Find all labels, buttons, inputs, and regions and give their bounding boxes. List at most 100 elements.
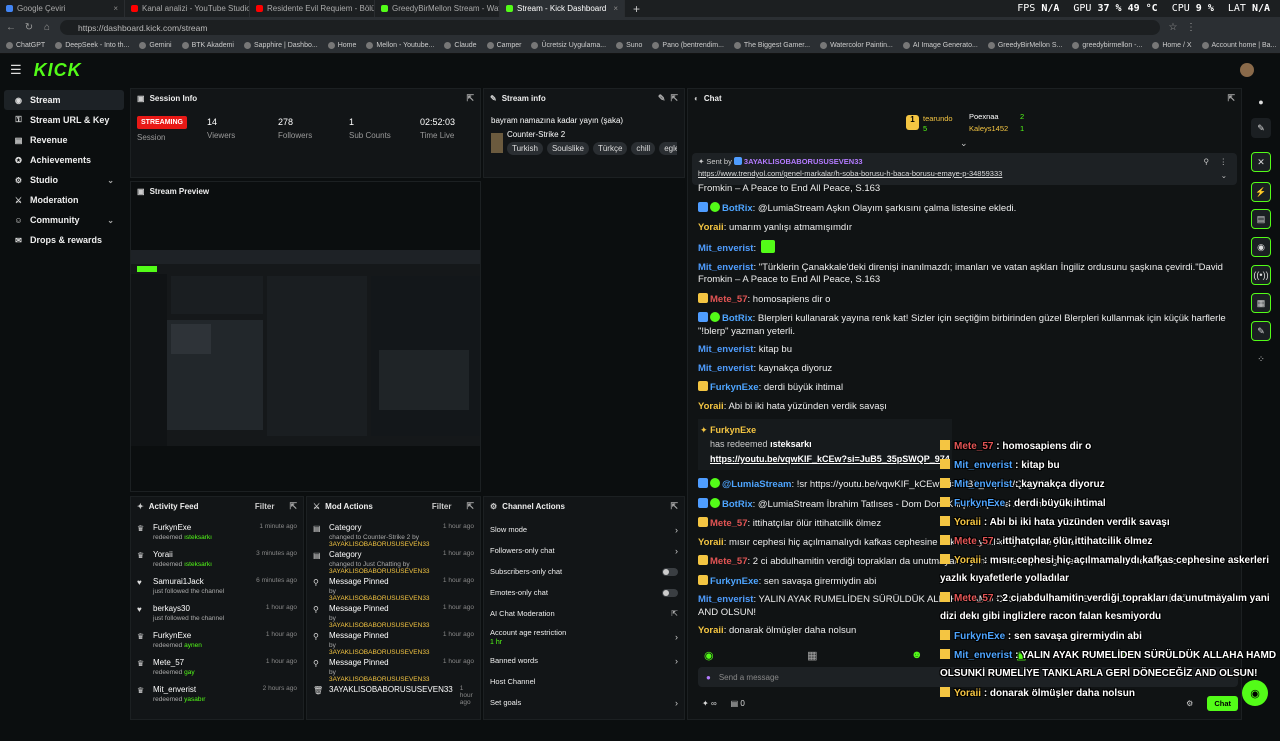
stream-tag[interactable]: chill xyxy=(631,142,656,155)
activity-user[interactable]: FurkynExe xyxy=(153,631,202,640)
sidebar-item-studio[interactable]: ⚙ Studio ⌄ xyxy=(4,170,124,190)
back-icon[interactable]: ← xyxy=(6,22,16,33)
followers-only-row[interactable]: Followers-only chat › xyxy=(484,540,684,561)
dot-menu-icon[interactable]: ● xyxy=(1251,92,1271,112)
set-goals-row[interactable]: Set goals › xyxy=(484,692,684,713)
activity-user[interactable]: Mete_57 xyxy=(153,658,195,667)
sidebar-item-achievements[interactable]: ✪ Achievements xyxy=(4,150,124,170)
popout-icon[interactable]: ⇱ xyxy=(289,501,297,512)
emote-icon[interactable]: ◉ xyxy=(704,649,714,663)
browser-tab[interactable]: Google Çeviri × xyxy=(0,0,125,17)
popout-icon[interactable]: ⇱ xyxy=(670,93,678,104)
bookmark-item[interactable]: Camper xyxy=(486,42,521,49)
close-icon[interactable]: ✕ xyxy=(1251,152,1271,172)
sidebar-item-stream[interactable]: ◉ Stream xyxy=(4,90,124,110)
pinned-link[interactable]: https://www.trendyol.com/genel-markalar/… xyxy=(698,169,1231,178)
subscribers-only-toggle[interactable] xyxy=(662,567,678,576)
menu-icon[interactable]: ☰ xyxy=(10,62,22,78)
bookmark-item[interactable]: Ücretsiz Uygulama... xyxy=(531,42,606,49)
emotes-only-toggle[interactable] xyxy=(662,588,678,597)
bookmark-item[interactable]: Gemini xyxy=(139,42,172,49)
mod-action-user[interactable]: 3AYAKLISOBABORUSUSEVEN33 xyxy=(329,622,430,629)
chat-username[interactable]: BotRix xyxy=(722,499,753,510)
bookmark-item[interactable]: AI Image Generato... xyxy=(902,42,978,49)
chevron-down-icon[interactable]: ⌄ xyxy=(960,138,968,149)
chat-settings-icon[interactable]: ⚙ xyxy=(1186,699,1193,708)
popout-icon[interactable]: ⇱ xyxy=(466,93,474,104)
chat-username[interactable]: Yoraii xyxy=(698,401,724,412)
stream-tag[interactable]: Türkçe xyxy=(592,142,628,155)
calendar-icon[interactable]: ▦ xyxy=(1251,293,1271,313)
stream-tag[interactable]: eglenc xyxy=(659,142,677,155)
bookmark-item[interactable]: Suno xyxy=(616,42,642,49)
chat-username[interactable]: BotRix xyxy=(722,203,753,214)
bookmark-item[interactable]: Sapphire | Dashbo... xyxy=(244,42,318,49)
chat-username[interactable]: Mete_57 xyxy=(710,518,748,529)
popout-icon[interactable]: ⇱ xyxy=(1227,93,1235,104)
lightning-icon[interactable]: ⚡ xyxy=(1251,182,1271,202)
mod-action-user[interactable]: 3AYAKLISOBABORUSUSEVEN33 xyxy=(329,595,430,602)
chat-username[interactable]: Mit_enverist xyxy=(698,363,753,374)
bookmark-item[interactable]: greedybirmellon -... xyxy=(1072,42,1142,49)
broadcast-icon[interactable]: ((•)) xyxy=(1251,265,1271,285)
chat-bubble-icon[interactable]: ◉ xyxy=(1251,237,1271,257)
activity-user[interactable]: Mit_enverist xyxy=(153,685,205,694)
activity-user[interactable]: Samurai1Jack xyxy=(153,577,224,586)
chat-username[interactable]: Yoraii xyxy=(698,625,724,636)
chat-fab-icon[interactable]: ◉ xyxy=(1242,680,1268,706)
star-icon[interactable]: ☆ xyxy=(1168,22,1178,33)
chat-username[interactable]: FurkynExe xyxy=(710,576,759,587)
chat-username[interactable]: Mit_enverist xyxy=(698,262,753,273)
close-icon[interactable]: × xyxy=(613,4,618,13)
bookmark-item[interactable]: Mellon - Youtube... xyxy=(366,42,434,49)
banned-words-row[interactable]: Banned words › xyxy=(484,650,684,671)
gift-icon[interactable]: ▤ 0 xyxy=(731,699,745,708)
emote-icon[interactable]: ▦ xyxy=(807,649,817,663)
popout-icon[interactable]: ⇱ xyxy=(466,501,474,512)
bookmark-item[interactable]: Pano (bentrendim... xyxy=(652,42,724,49)
chat-username[interactable]: Mit_enverist xyxy=(698,344,753,355)
bookmark-item[interactable]: Home xyxy=(327,42,356,49)
host-channel-row[interactable]: Host Channel xyxy=(484,671,684,692)
bookmark-item[interactable]: Account home | Ba... xyxy=(1201,42,1276,49)
bookmark-item[interactable]: Home / X xyxy=(1152,42,1192,49)
redeem-link[interactable]: https://youtu.be/vqwKIF_kCEw?si=JuB5_35p… xyxy=(710,454,952,464)
home-icon[interactable]: ⌂ xyxy=(42,22,52,33)
close-icon[interactable]: × xyxy=(113,4,118,13)
wrench-icon[interactable]: ✎ xyxy=(1251,321,1271,341)
chat-username[interactable]: Mit_enverist xyxy=(698,243,753,254)
bookmark-item[interactable]: GreedyBirMellon S... xyxy=(987,42,1062,49)
more-icon[interactable]: ⋮ xyxy=(1220,157,1228,166)
chat-username[interactable]: Mete_57 xyxy=(710,556,748,567)
new-tab-button[interactable]: + xyxy=(633,2,640,16)
filter-button[interactable]: Filter xyxy=(255,502,275,511)
avatar[interactable] xyxy=(1240,63,1254,77)
bookmark-item[interactable]: BTK Akademi xyxy=(181,42,234,49)
stream-tag[interactable]: Soulslike xyxy=(546,142,589,155)
slow-mode-row[interactable]: Slow mode › xyxy=(484,519,684,540)
more-icon[interactable]: ⁘ xyxy=(1251,349,1271,369)
activity-user[interactable]: Yoraii xyxy=(153,550,212,559)
sidebar-item-drops-rewards[interactable]: ✉ Drops & rewards xyxy=(4,230,124,250)
chat-username[interactable]: Mete_57 xyxy=(710,294,748,305)
category-name[interactable]: Counter-Strike 2 xyxy=(507,130,677,139)
activity-user[interactable]: FurkynExe xyxy=(153,523,212,532)
chat-username[interactable]: Yoraii xyxy=(698,222,724,233)
popout-icon[interactable]: ⇱ xyxy=(670,501,678,512)
mod-action-user[interactable]: 3AYAKLISOBABORUSUSEVEN33 xyxy=(329,541,430,548)
collapse-icon[interactable]: ⌄ xyxy=(1221,171,1227,180)
browser-tab[interactable]: Residente Evil Requiem - Bölüm 4× xyxy=(250,0,375,17)
mod-action-user[interactable]: 3AYAKLISOBABORUSUSEVEN33 xyxy=(329,676,430,683)
chat-username[interactable]: BotRix xyxy=(722,313,753,324)
age-restriction-row[interactable]: Account age restriction 1 hr › xyxy=(484,624,684,650)
stream-tag[interactable]: Turkish xyxy=(507,142,543,155)
document-icon[interactable]: ▤ xyxy=(1251,209,1271,229)
browser-tab[interactable]: Kanal analizi - YouTube Studio× xyxy=(125,0,250,17)
edit-pencil-icon[interactable]: ✎ xyxy=(658,93,666,104)
stream-preview-video[interactable] xyxy=(131,250,480,446)
chat-username[interactable]: FurkynExe xyxy=(710,382,759,393)
bookmark-item[interactable]: ChatGPT xyxy=(6,42,45,49)
chat-username[interactable]: @LumiaStream xyxy=(722,479,791,490)
sidebar-item-moderation[interactable]: ⚔ Moderation xyxy=(4,190,124,210)
activity-user[interactable]: berkays30 xyxy=(153,604,224,613)
